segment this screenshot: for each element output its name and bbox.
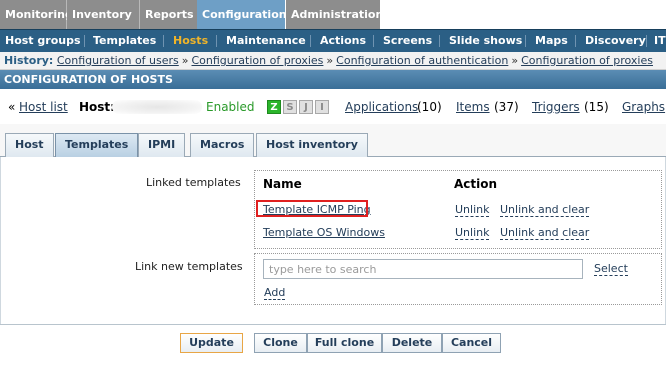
menu-monitoring[interactable]: Monitoring <box>0 0 73 29</box>
submenu-templates[interactable]: Templates <box>93 30 156 52</box>
triggers-link[interactable]: Triggers <box>532 96 580 118</box>
submenu-hosts[interactable]: Hosts <box>173 30 208 52</box>
history-separator: » <box>511 54 519 67</box>
host-status[interactable]: Enabled <box>206 96 255 118</box>
back-arrow-icon: « <box>8 100 16 114</box>
submenu-divider <box>310 35 311 47</box>
submenu-divider <box>646 35 647 47</box>
submenu-divider <box>84 35 85 47</box>
menu-reports[interactable]: Reports <box>140 0 197 29</box>
unlink-button[interactable]: Unlink <box>455 203 490 217</box>
unlink-button[interactable]: Unlink <box>455 226 490 240</box>
select-button[interactable]: Select <box>594 262 628 276</box>
history-separator: » <box>181 54 189 67</box>
tab-macros[interactable]: Macros <box>190 133 255 157</box>
tab-host-inventory[interactable]: Host inventory <box>256 133 368 157</box>
ipmi-availability-icon: I <box>315 100 329 114</box>
submenu-maps[interactable]: Maps <box>535 30 568 52</box>
submenu-discovery[interactable]: Discovery <box>585 30 646 52</box>
snmp-availability-icon: S <box>283 100 297 114</box>
template-name-link[interactable]: Template OS Windows <box>263 226 385 239</box>
tab-templates[interactable]: Templates <box>55 133 139 157</box>
jmx-availability-icon: J <box>299 100 313 114</box>
tab-ipmi[interactable]: IPMI <box>138 133 186 157</box>
clone-button[interactable]: Clone <box>254 333 307 353</box>
history-label: History: <box>4 54 54 67</box>
menu-administration[interactable]: Administration <box>286 0 383 29</box>
page-title: CONFIGURATION OF HOSTS <box>0 70 666 89</box>
column-action-header: Action <box>454 177 498 191</box>
triggers-count: (15) <box>584 100 609 114</box>
history-link-users[interactable]: Configuration of users <box>57 54 179 67</box>
add-button[interactable]: Add <box>264 286 286 300</box>
submenu-divider <box>525 35 526 47</box>
unlink-and-clear-button[interactable]: Unlink and clear <box>500 226 590 240</box>
submenu-divider <box>575 35 576 47</box>
template-search-input[interactable] <box>263 259 583 279</box>
update-button[interactable]: Update <box>180 333 243 353</box>
items-count: (37) <box>494 100 519 114</box>
history-bar: History: Configuration of users» Configur… <box>0 52 666 70</box>
graphs-link[interactable]: Graphs <box>622 96 665 118</box>
zabbix-availability-icon: Z <box>267 100 281 114</box>
submenu-divider <box>216 35 217 47</box>
submenu-maintenance[interactable]: Maintenance <box>226 30 306 52</box>
cancel-button[interactable]: Cancel <box>442 333 501 353</box>
main-menu: Monitoring Inventory Reports Configurati… <box>0 0 666 29</box>
history-link-proxies[interactable]: Configuration of proxies <box>192 54 324 67</box>
unlink-and-clear-button[interactable]: Unlink and clear <box>500 203 590 217</box>
full-clone-button[interactable]: Full clone <box>307 333 382 353</box>
applications-count: (10) <box>417 100 442 114</box>
history-separator: » <box>326 54 334 67</box>
host-info-row: « Host list Host: Enabled Z S J I Applic… <box>0 96 666 118</box>
submenu-divider <box>163 35 164 47</box>
delete-button[interactable]: Delete <box>382 333 442 353</box>
submenu-actions[interactable]: Actions <box>320 30 366 52</box>
history-link-proxies-2[interactable]: Configuration of proxies <box>521 54 653 67</box>
submenu-host-groups[interactable]: Host groups <box>5 30 81 52</box>
submenu-divider <box>373 35 374 47</box>
highlight-box <box>256 200 368 217</box>
applications-link[interactable]: Applications <box>345 96 418 118</box>
submenu-slide-shows[interactable]: Slide shows <box>449 30 522 52</box>
menu-configuration[interactable]: Configuration <box>197 0 287 29</box>
host-label: Host: <box>79 100 115 114</box>
host-name-redacted <box>112 100 202 114</box>
link-new-templates-label: Link new templates <box>135 260 243 273</box>
submenu-screens[interactable]: Screens <box>383 30 432 52</box>
submenu-it[interactable]: IT <box>654 30 666 52</box>
tab-host[interactable]: Host <box>5 133 54 157</box>
tab-bar: Host Templates IPMI Macros Host inventor… <box>0 124 666 157</box>
menu-inventory[interactable]: Inventory <box>67 0 140 29</box>
linked-templates-label: Linked templates <box>146 176 241 189</box>
items-link[interactable]: Items <box>456 96 490 118</box>
sub-menu: Host groups Templates Hosts Maintenance … <box>0 29 666 52</box>
history-link-authentication[interactable]: Configuration of authentication <box>336 54 508 67</box>
host-list-link[interactable]: Host list <box>19 96 68 118</box>
column-name-header: Name <box>263 177 302 191</box>
submenu-divider <box>439 35 440 47</box>
